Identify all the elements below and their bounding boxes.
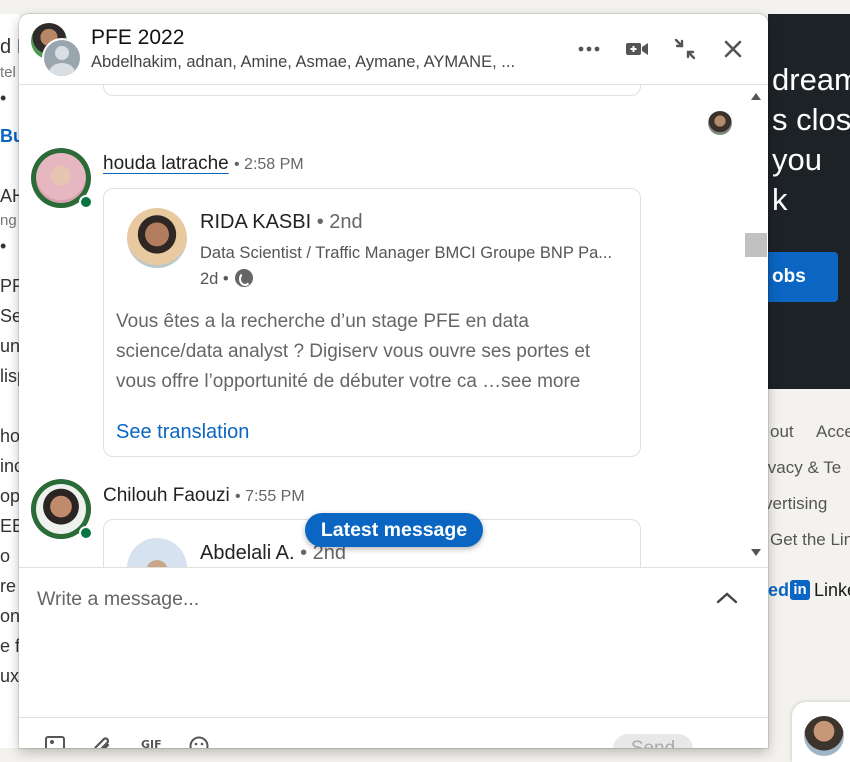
footer-link-get-app[interactable]: Get the Lin [770, 530, 850, 550]
send-button[interactable]: Send [613, 734, 693, 748]
ad-text-line: k [772, 182, 788, 217]
bg-fragment: tel [0, 64, 16, 81]
minimize-icon[interactable] [670, 34, 700, 64]
sender-name-link[interactable]: houda latrache [103, 153, 229, 174]
post-author-name[interactable]: Abdelali A. [200, 542, 295, 564]
post-text-line: science/data analyst ? Digiserv vous ouv… [116, 341, 591, 362]
online-status-badge [79, 195, 93, 209]
message-input[interactable]: Write a message... [37, 588, 677, 611]
bg-fragment: ng [0, 212, 17, 229]
more-icon[interactable] [574, 34, 604, 64]
connection-degree: • 2nd [316, 211, 363, 233]
background-feed-column: d I tel • Bu AH ng • PFE Se un lisp hol … [0, 14, 20, 748]
scroll-up-arrow-icon[interactable] [751, 93, 761, 100]
bg-fragment: on [0, 606, 20, 626]
avatar[interactable] [127, 538, 187, 567]
bg-fragment: • [0, 236, 7, 256]
message-sender: houda latrache • 2:58 PM [103, 153, 304, 175]
bg-fragment: re [0, 576, 17, 596]
emoji-icon[interactable] [189, 736, 211, 748]
bg-fragment: AH [0, 186, 20, 206]
composer-toolbar: GIF Send [19, 717, 768, 748]
bg-fragment: Se [0, 306, 20, 326]
previous-shared-post [103, 85, 641, 96]
ad-text-line: you [772, 142, 822, 177]
avatar [804, 716, 844, 756]
bg-fragment: e f [0, 636, 20, 656]
video-call-icon[interactable] [622, 34, 652, 64]
bg-fragment: ux [0, 666, 20, 686]
image-icon[interactable] [45, 736, 67, 748]
footer-link-accessibility[interactable]: Acce [816, 422, 850, 442]
ad-text-line: dream [772, 62, 850, 97]
read-receipt-avatar [708, 111, 732, 135]
post-meta: 2d • [200, 269, 254, 289]
ad-text-line: s close [772, 102, 850, 137]
ad-jobs-button[interactable]: obs [768, 252, 838, 302]
attachment-icon[interactable] [93, 736, 115, 748]
background-ad-banner: dream s close you k obs [768, 14, 850, 389]
chat-window: PFE 2022 Abdelhakim, adnan, Amine, Asmae… [19, 14, 768, 748]
shared-post-card[interactable]: RIDA KASBI • 2nd Data Scientist / Traffi… [103, 188, 641, 457]
post-text: Vous êtes a la recherche d’un stage PFE … [116, 307, 636, 397]
post-age: 2d • [200, 270, 229, 288]
gif-icon[interactable]: GIF [141, 736, 163, 748]
chat-title[interactable]: PFE 2022 [91, 26, 184, 50]
other-chat-bubble[interactable] [792, 702, 850, 762]
footer-link-privacy-terms[interactable]: ivacy & Te [764, 458, 841, 478]
latest-message-button[interactable]: Latest message [305, 513, 483, 547]
bg-fragment: PFE [0, 276, 20, 296]
post-author: RIDA KASBI • 2nd [200, 211, 363, 234]
post-text-line: vous offre l’opportunité de débuter votr… [116, 367, 636, 397]
bg-fragment: hol [0, 426, 20, 446]
post-text-line-content: vous offre l’opportunité de débuter votr… [116, 371, 477, 392]
linkedin-logo-icon: in [790, 580, 811, 600]
bg-fragment: EE/ [0, 516, 20, 536]
bg-fragment: lisp [0, 366, 20, 386]
brand-suffix: Linke [814, 580, 850, 600]
svg-text:GIF: GIF [141, 738, 162, 748]
see-translation-link[interactable]: See translation [116, 421, 249, 444]
scroll-thumb[interactable] [745, 233, 767, 257]
message-sender: Chilouh Faouzi • 7:55 PM [103, 485, 305, 507]
globe-icon [235, 269, 254, 287]
bg-fragment: inc [0, 456, 20, 476]
see-more-link[interactable]: …see more [482, 371, 580, 392]
chat-participants: Abdelhakim, adnan, Amine, Asmae, Aymane,… [91, 53, 516, 71]
brand-prefix: ed [768, 580, 790, 600]
more-options-icon[interactable] [723, 742, 745, 748]
online-status-badge [79, 526, 93, 540]
bg-fragment: un [0, 336, 20, 356]
scroll-down-arrow-icon[interactable] [751, 549, 761, 556]
post-author-headline: Data Scientist / Traffic Manager BMCI Gr… [200, 244, 613, 262]
bg-fragment: d I [0, 36, 20, 58]
bg-fragment: opp [0, 486, 20, 506]
message-list[interactable]: houda latrache • 2:58 PM RIDA KASBI • 2n… [19, 85, 768, 567]
message-scrollbar[interactable] [745, 85, 767, 567]
post-text-line: Vous êtes a la recherche d’un stage PFE … [116, 311, 529, 332]
linkedin-brand: edinLinke [768, 580, 850, 601]
post-author-name[interactable]: RIDA KASBI [200, 211, 311, 233]
chevron-up-icon[interactable] [715, 586, 739, 610]
group-avatar-placeholder [42, 38, 82, 78]
bg-fragment: Bu [0, 126, 20, 146]
chat-header[interactable]: PFE 2022 Abdelhakim, adnan, Amine, Asmae… [19, 14, 768, 85]
avatar[interactable] [127, 208, 187, 268]
footer-link-about[interactable]: out [770, 422, 794, 442]
bg-fragment: • [0, 88, 7, 108]
close-icon[interactable] [718, 34, 748, 64]
message-composer[interactable]: Write a message... [19, 567, 768, 718]
message-time: • 2:58 PM [234, 156, 304, 173]
bg-fragment: o [0, 546, 11, 566]
footer-link-advertising[interactable]: vertising [764, 494, 827, 514]
sender-name-link[interactable]: Chilouh Faouzi [103, 485, 230, 506]
message-time: • 7:55 PM [235, 488, 305, 505]
